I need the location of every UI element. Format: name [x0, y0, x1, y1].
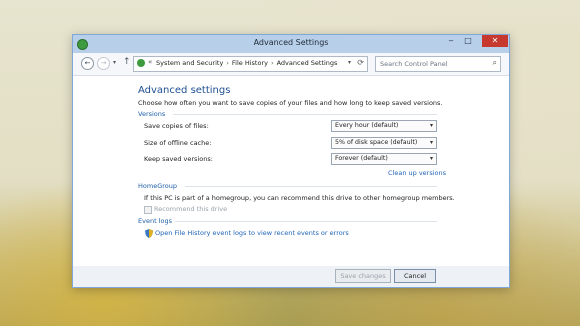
recommend-drive-checkbox[interactable] — [144, 206, 152, 214]
address-bar[interactable]: « System and Security › File History › Advan… — [133, 56, 368, 72]
maximize-button[interactable]: □ — [460, 35, 476, 47]
settings-content: Advanced settings Choose how often you w… — [73, 76, 509, 266]
advanced-settings-window: Advanced Settings ‒ □ ✕ ← → ▾ ↑ « System… — [72, 34, 510, 288]
event-logs-link[interactable]: Open File History event logs to view rec… — [155, 229, 349, 237]
keep-versions-value: Forever (default) — [335, 155, 388, 162]
search-input[interactable]: Search Control Panel ⌕ — [375, 56, 501, 72]
dialog-footer: Save changes Cancel — [73, 266, 509, 287]
page-title: Advanced settings — [138, 85, 231, 96]
cancel-button[interactable]: Cancel — [394, 269, 436, 283]
keep-versions-label: Keep saved versions: — [144, 155, 213, 163]
keep-versions-select[interactable]: Forever (default) ▾ — [331, 153, 437, 165]
save-changes-button[interactable]: Save changes — [335, 269, 391, 283]
chevron-down-icon[interactable]: ▾ — [348, 59, 351, 66]
event-logs-divider — [175, 221, 437, 222]
versions-divider — [173, 114, 437, 115]
chevron-down-icon: ▾ — [429, 139, 433, 146]
offline-cache-label: Size of offline cache: — [144, 139, 212, 147]
shield-icon — [145, 229, 153, 238]
save-copies-value: Every hour (default) — [335, 122, 399, 129]
save-copies-label: Save copies of files: — [144, 122, 209, 130]
refresh-icon[interactable]: ⟳ — [357, 58, 364, 67]
minimize-button[interactable]: ‒ — [443, 35, 459, 47]
save-copies-select[interactable]: Every hour (default) ▾ — [331, 120, 437, 132]
chevron-down-icon: ▾ — [429, 122, 433, 129]
title-bar: Advanced Settings ‒ □ ✕ — [73, 35, 509, 53]
page-description: Choose how often you want to save copies… — [138, 99, 443, 107]
homegroup-description: If this PC is part of a homegroup, you c… — [144, 194, 455, 202]
recommend-drive-label: Recommend this drive — [154, 205, 228, 213]
chevron-left-icon[interactable]: « — [148, 58, 152, 66]
back-button[interactable]: ← — [81, 57, 94, 70]
recent-locations-icon[interactable]: ▾ — [113, 59, 116, 66]
offline-cache-select[interactable]: 5% of disk space (default) ▾ — [331, 137, 437, 149]
search-icon[interactable]: ⌕ — [493, 58, 497, 68]
breadcrumb: System and Security › File History › Advance… — [156, 59, 337, 67]
up-button[interactable]: ↑ — [123, 57, 131, 67]
chevron-down-icon: ▾ — [429, 155, 433, 162]
search-placeholder: Search Control Panel — [380, 60, 448, 68]
breadcrumb-file-history[interactable]: File History — [232, 59, 268, 67]
breadcrumb-separator-icon[interactable]: › — [226, 59, 229, 67]
offline-cache-value: 5% of disk space (default) — [335, 139, 418, 146]
control-panel-icon — [137, 59, 145, 67]
homegroup-group-label: HomeGroup — [138, 182, 177, 190]
event-logs-group-label: Event logs — [138, 217, 172, 225]
breadcrumb-separator-icon[interactable]: › — [271, 59, 274, 67]
clean-up-versions-link[interactable]: Clean up versions — [388, 169, 446, 177]
navigation-bar: ← → ▾ ↑ « System and Security › File Histo… — [73, 53, 509, 76]
breadcrumb-system-and-security[interactable]: System and Security — [156, 59, 223, 67]
forward-button[interactable]: → — [97, 57, 110, 70]
breadcrumb-advanced-settings[interactable]: Advanced Settings — [277, 59, 338, 67]
homegroup-divider — [185, 186, 437, 187]
close-button[interactable]: ✕ — [482, 35, 508, 47]
versions-group-label: Versions — [138, 110, 166, 118]
